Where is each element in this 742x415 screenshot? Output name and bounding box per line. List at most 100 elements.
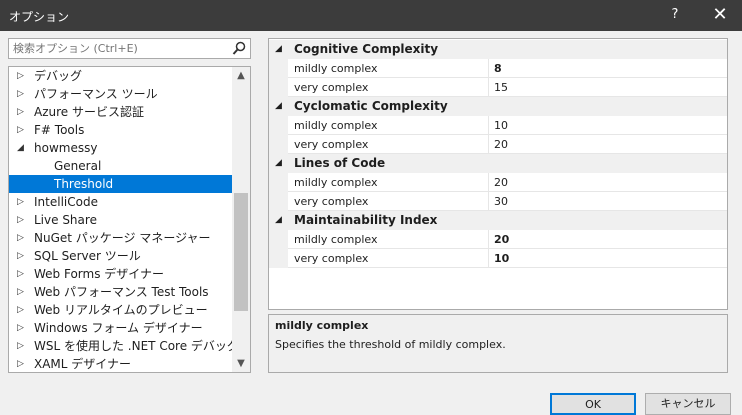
options-tree[interactable]: ▷ デバッグ ▷ パフォーマンス ツール ▷ Azure サービス認証 ▷ F# Tools ◢… <box>8 66 251 373</box>
collapsed-arrow-icon[interactable]: ▷ <box>17 265 27 283</box>
tree-item[interactable]: ▷ Web パフォーマンス Test Tools <box>9 283 232 301</box>
category-name: Maintainability Index <box>294 213 438 227</box>
category-name: Cognitive Complexity <box>294 42 439 56</box>
row-gutter <box>269 78 288 97</box>
tree-item-label: IntelliCode <box>34 195 98 209</box>
property-value[interactable]: 10 <box>494 116 508 135</box>
category-header[interactable]: ◢ Maintainability Index <box>269 211 727 230</box>
tree-item[interactable]: ▷ デバッグ <box>9 67 232 85</box>
column-divider[interactable] <box>488 78 489 97</box>
property-value[interactable]: 15 <box>494 78 508 97</box>
property-name: mildly complex <box>294 233 378 246</box>
scroll-down-icon[interactable]: ▼ <box>232 355 250 372</box>
tree-item[interactable]: ▷ XAML デザイナー <box>9 355 232 372</box>
tree-item[interactable]: ▷ Web Forms デザイナー <box>9 265 232 283</box>
collapsed-arrow-icon[interactable]: ▷ <box>17 337 27 355</box>
property-name: mildly complex <box>294 176 378 189</box>
collapsed-arrow-icon[interactable]: ▷ <box>17 193 27 211</box>
row-divider <box>288 267 727 268</box>
property-grid[interactable]: ◢ Cognitive Complexity mildly complex 8 very… <box>268 38 728 310</box>
tree-item[interactable]: ▷ WSL を使用した .NET Core デバッグ <box>9 337 239 355</box>
property-row[interactable]: very complex 30 <box>269 192 727 211</box>
tree-scrollbar[interactable]: ▲ ▼ <box>232 67 250 372</box>
column-divider[interactable] <box>488 116 489 135</box>
scroll-thumb[interactable] <box>234 193 248 311</box>
collapsed-arrow-icon[interactable]: ▷ <box>17 211 27 229</box>
tree-item-label: Live Share <box>34 213 97 227</box>
tree-item[interactable]: ▷ Windows フォーム デザイナー <box>9 319 232 337</box>
category-name: Lines of Code <box>294 156 386 170</box>
column-divider[interactable] <box>488 192 489 211</box>
search-input[interactable] <box>13 41 228 56</box>
expanded-arrow-icon[interactable]: ◢ <box>17 139 27 157</box>
property-row[interactable]: mildly complex 8 <box>269 59 727 78</box>
tree-item-label: Windows フォーム デザイナー <box>34 321 203 335</box>
category-header[interactable]: ◢ Cognitive Complexity <box>269 40 727 59</box>
collapsed-arrow-icon[interactable]: ▷ <box>17 85 27 103</box>
column-divider[interactable] <box>488 59 489 78</box>
property-row[interactable]: mildly complex 20 <box>269 173 727 192</box>
ok-button[interactable]: OK <box>550 393 636 415</box>
expanded-arrow-icon[interactable]: ◢ <box>275 97 282 116</box>
collapsed-arrow-icon[interactable]: ▷ <box>17 103 27 121</box>
property-row[interactable]: mildly complex 10 <box>269 116 727 135</box>
collapsed-arrow-icon[interactable]: ▷ <box>17 121 27 139</box>
tree-item-label: SQL Server ツール <box>34 249 141 263</box>
tree-item[interactable]: ▷ IntelliCode <box>9 193 232 211</box>
property-row[interactable]: very complex 15 <box>269 78 727 97</box>
tree-item[interactable]: ▷ F# Tools <box>9 121 232 139</box>
close-button[interactable]: ✕ <box>707 4 733 26</box>
category-header[interactable]: ◢ Cyclomatic Complexity <box>269 97 727 116</box>
tree-item[interactable]: General <box>9 157 232 175</box>
tree-item-label: Azure サービス認証 <box>34 105 144 119</box>
property-name: very complex <box>294 195 369 208</box>
collapsed-arrow-icon[interactable]: ▷ <box>17 319 27 337</box>
row-gutter <box>269 173 288 192</box>
cancel-button[interactable]: キャンセル <box>645 393 731 415</box>
row-gutter <box>269 116 288 135</box>
tree-item[interactable]: ▷ SQL Server ツール <box>9 247 232 265</box>
property-row[interactable]: mildly complex 20 <box>269 230 727 249</box>
property-name: mildly complex <box>294 62 378 75</box>
tree-item[interactable]: ▷ Live Share <box>9 211 232 229</box>
collapsed-arrow-icon[interactable]: ▷ <box>17 283 27 301</box>
column-divider[interactable] <box>488 135 489 154</box>
property-value[interactable]: 30 <box>494 192 508 211</box>
tree-item[interactable]: ▷ NuGet パッケージ マネージャー <box>9 229 232 247</box>
collapsed-arrow-icon[interactable]: ▷ <box>17 355 27 372</box>
property-value[interactable]: 10 <box>494 249 509 268</box>
row-gutter <box>269 59 288 78</box>
scroll-up-icon[interactable]: ▲ <box>232 67 250 84</box>
expanded-arrow-icon[interactable]: ◢ <box>275 211 282 230</box>
property-row[interactable]: very complex 20 <box>269 135 727 154</box>
collapsed-arrow-icon[interactable]: ▷ <box>17 229 27 247</box>
collapsed-arrow-icon[interactable]: ▷ <box>17 301 27 319</box>
search-box[interactable] <box>8 38 251 59</box>
property-value[interactable]: 8 <box>494 59 502 78</box>
expanded-arrow-icon[interactable]: ◢ <box>275 154 282 173</box>
property-value[interactable]: 20 <box>494 173 508 192</box>
help-button[interactable]: ? <box>662 4 688 26</box>
tree-item[interactable]: ◢ howmessy <box>9 139 232 157</box>
collapsed-arrow-icon[interactable]: ▷ <box>17 247 27 265</box>
collapsed-arrow-icon[interactable]: ▷ <box>17 67 27 85</box>
property-name: very complex <box>294 138 369 151</box>
tree-item-label: Web Forms デザイナー <box>34 267 165 281</box>
category-header[interactable]: ◢ Lines of Code <box>269 154 727 173</box>
category-name: Cyclomatic Complexity <box>294 99 448 113</box>
column-divider[interactable] <box>488 230 489 249</box>
property-row[interactable]: very complex 10 <box>269 249 727 268</box>
tree-item-label: Threshold <box>54 177 114 191</box>
tree-item-label: WSL を使用した .NET Core デバッグ <box>34 339 239 353</box>
tree-item[interactable]: Threshold <box>9 175 232 193</box>
property-value[interactable]: 20 <box>494 230 509 249</box>
property-name: very complex <box>294 252 369 265</box>
column-divider[interactable] <box>488 173 489 192</box>
search-icon[interactable] <box>232 41 246 56</box>
tree-item[interactable]: ▷ パフォーマンス ツール <box>9 85 232 103</box>
expanded-arrow-icon[interactable]: ◢ <box>275 40 282 59</box>
tree-item[interactable]: ▷ Azure サービス認証 <box>9 103 232 121</box>
tree-item[interactable]: ▷ Web リアルタイムのプレビュー <box>9 301 232 319</box>
column-divider[interactable] <box>488 249 489 268</box>
property-value[interactable]: 20 <box>494 135 508 154</box>
